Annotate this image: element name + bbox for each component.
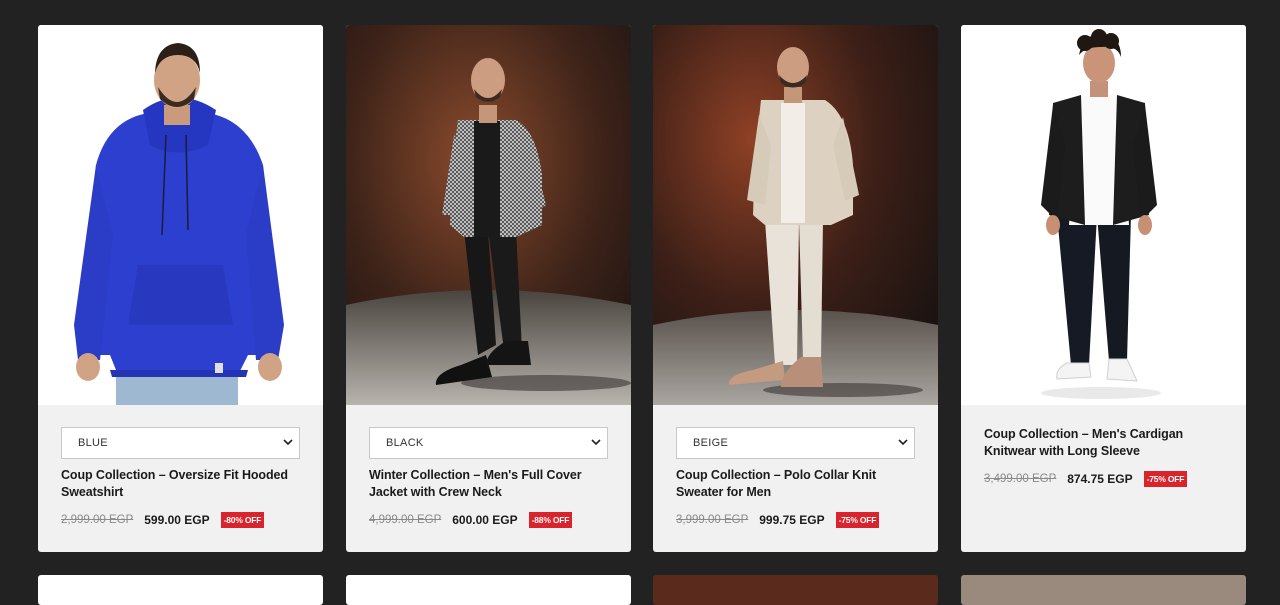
product-card-next-row[interactable] bbox=[961, 575, 1246, 605]
color-select[interactable]: BLUE bbox=[61, 427, 300, 459]
color-select[interactable]: BEIGE bbox=[676, 427, 915, 459]
price-row: 3,999.00 EGP 999.75 EGP -75% OFF bbox=[676, 512, 880, 528]
product-image[interactable] bbox=[346, 25, 631, 405]
original-price: 2,999.00 EGP bbox=[61, 514, 134, 526]
original-price: 4,999.00 EGP bbox=[369, 514, 442, 526]
product-image[interactable] bbox=[38, 25, 323, 405]
price-row: 3,499.00 EGP 874.75 EGP -75% OFF bbox=[984, 471, 1188, 487]
price-row: 4,999.00 EGP 600.00 EGP -88% OFF bbox=[369, 512, 573, 528]
product-title[interactable]: Winter Collection – Men's Full Cover Jac… bbox=[369, 467, 609, 501]
price-row: 2,999.00 EGP 599.00 EGP -80% OFF bbox=[61, 512, 265, 528]
product-card-next-row[interactable] bbox=[346, 575, 631, 605]
chevron-down-icon bbox=[898, 439, 908, 446]
product-card[interactable]: Coup Collection – Men's Cardigan Knitwea… bbox=[961, 25, 1246, 552]
product-card-next-row[interactable] bbox=[38, 575, 323, 605]
sale-price: 999.75 EGP bbox=[759, 513, 825, 527]
original-price: 3,499.00 EGP bbox=[984, 473, 1057, 485]
product-image[interactable] bbox=[653, 25, 938, 405]
color-select-value: BLACK bbox=[386, 437, 424, 449]
discount-badge: -88% OFF bbox=[528, 512, 573, 528]
product-card[interactable]: BLUE Coup Collection – Oversize Fit Hood… bbox=[38, 25, 323, 552]
discount-badge: -75% OFF bbox=[835, 512, 880, 528]
product-title[interactable]: Coup Collection – Polo Collar Knit Sweat… bbox=[676, 467, 916, 501]
product-title[interactable]: Coup Collection – Men's Cardigan Knitwea… bbox=[984, 426, 1224, 460]
color-select-value: BEIGE bbox=[693, 437, 729, 449]
product-title[interactable]: Coup Collection – Oversize Fit Hooded Sw… bbox=[61, 467, 301, 501]
chevron-down-icon bbox=[591, 439, 601, 446]
original-price: 3,999.00 EGP bbox=[676, 514, 749, 526]
chevron-down-icon bbox=[283, 439, 293, 446]
sale-price: 874.75 EGP bbox=[1067, 472, 1133, 486]
color-select[interactable]: BLACK bbox=[369, 427, 608, 459]
product-card[interactable]: BEIGE Coup Collection – Polo Collar Knit… bbox=[653, 25, 938, 552]
product-card[interactable]: BLACK Winter Collection – Men's Full Cov… bbox=[346, 25, 631, 552]
discount-badge: -80% OFF bbox=[220, 512, 265, 528]
sale-price: 600.00 EGP bbox=[452, 513, 518, 527]
product-image[interactable] bbox=[961, 25, 1246, 405]
color-select-value: BLUE bbox=[78, 437, 108, 449]
sale-price: 599.00 EGP bbox=[144, 513, 210, 527]
product-card-next-row[interactable] bbox=[653, 575, 938, 605]
discount-badge: -75% OFF bbox=[1143, 471, 1188, 487]
